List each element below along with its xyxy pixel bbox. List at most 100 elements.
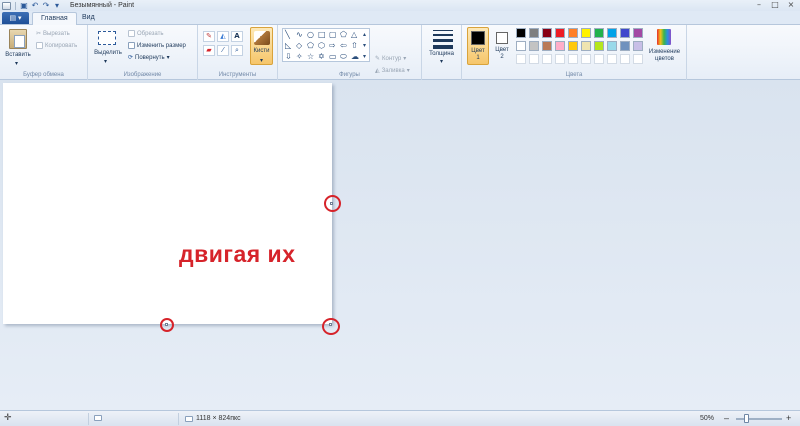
up-arrow-shape-icon[interactable]: ⇧ [351, 42, 358, 50]
custom-color-slot[interactable] [633, 54, 643, 64]
rotate-button[interactable]: ⟳ Повернуть ▾ [128, 54, 170, 61]
paste-button[interactable]: Вставить [0, 52, 36, 58]
color-picker-icon[interactable]: ⁄ [217, 45, 229, 56]
close-button[interactable]: × [786, 0, 796, 10]
color-swatch[interactable] [620, 28, 630, 38]
crop-button[interactable]: Обрезать [128, 30, 163, 37]
brushes-label: Кисти [253, 48, 270, 54]
quick-access-menu-icon[interactable]: ▾ [53, 1, 61, 10]
custom-color-slot[interactable] [568, 54, 578, 64]
eraser-icon[interactable]: ▰ [203, 45, 215, 56]
tab-home[interactable]: Главная [32, 12, 77, 26]
triangle-shape-icon[interactable]: △ [351, 31, 357, 39]
color-swatch[interactable] [581, 41, 591, 51]
color-swatch[interactable] [581, 28, 591, 38]
six-point-star-shape-icon[interactable]: ✡ [318, 53, 325, 61]
tab-view[interactable]: Вид [74, 12, 103, 26]
resize-icon [128, 42, 135, 49]
pentagon-shape-icon[interactable]: ⬠ [307, 42, 314, 50]
undo-icon[interactable]: ↶ [31, 1, 39, 10]
zoom-in-button[interactable]: + [786, 413, 791, 423]
custom-color-slot[interactable] [607, 54, 617, 64]
paste-icon[interactable] [9, 29, 27, 49]
rounded-rectangle-shape-icon[interactable]: ▢ [329, 31, 337, 39]
color-swatch[interactable] [568, 41, 578, 51]
magnifier-icon[interactable]: ⌕ [231, 45, 243, 56]
minimize-button[interactable]: – [754, 0, 764, 10]
oval-shape-icon[interactable]: ○ [307, 31, 314, 39]
color-swatch[interactable] [607, 28, 617, 38]
paint-app-icon[interactable] [2, 1, 11, 10]
select-icon[interactable] [98, 31, 116, 45]
color-swatch[interactable] [529, 28, 539, 38]
custom-color-slot[interactable] [529, 54, 539, 64]
select-dropdown-icon[interactable]: ▾ [104, 58, 107, 65]
save-icon[interactable]: ▣ [20, 1, 28, 10]
fill-bucket-icon[interactable]: ◭ [217, 31, 229, 42]
size-group[interactable]: Толщина ▾ [422, 25, 462, 80]
diamond-shape-icon[interactable]: ◇ [296, 42, 302, 50]
color-swatch[interactable] [568, 28, 578, 38]
pencil-icon[interactable]: ✎ [203, 31, 215, 42]
custom-color-slot[interactable] [594, 54, 604, 64]
maximize-button[interactable]: □ [770, 0, 780, 10]
custom-color-slot[interactable] [581, 54, 591, 64]
fill-button[interactable]: ◭ Заливка ▾ [375, 67, 410, 74]
colors-group: Цвет 1 Цвет 2 Изменение цветов Цвета [462, 25, 687, 80]
five-point-star-shape-icon[interactable]: ☆ [307, 53, 314, 61]
color-swatch[interactable] [555, 28, 565, 38]
shapes-expand-icon[interactable]: ▾ [363, 53, 366, 61]
custom-color-slot[interactable] [516, 54, 526, 64]
color-swatch[interactable] [516, 41, 526, 51]
color-swatch[interactable] [529, 41, 539, 51]
resize-button[interactable]: Изменить размер [128, 42, 186, 49]
shapes-scroll-down-icon[interactable]: ▾ [363, 42, 366, 50]
color-swatch[interactable] [620, 41, 630, 51]
rectangle-shape-icon[interactable]: □ [318, 31, 326, 39]
custom-color-slot[interactable] [542, 54, 552, 64]
custom-color-slot[interactable] [620, 54, 630, 64]
zoom-slider-thumb[interactable] [744, 414, 749, 423]
color-swatch[interactable] [542, 41, 552, 51]
color-swatch[interactable] [594, 41, 604, 51]
color-swatch[interactable] [555, 41, 565, 51]
color-swatch[interactable] [594, 28, 604, 38]
brushes-button[interactable]: Кисти ▾ [250, 27, 273, 65]
line-shape-icon[interactable]: ╲ [285, 31, 290, 39]
cloud-callout-shape-icon[interactable]: ☁ [351, 53, 359, 61]
edit-colors-button[interactable]: Изменение цветов [647, 28, 682, 68]
outline-button[interactable]: ✎ Контур ▾ [375, 55, 406, 62]
four-point-star-shape-icon[interactable]: ✧ [296, 53, 303, 61]
custom-color-slot[interactable] [555, 54, 565, 64]
shapes-scroll-up-icon[interactable]: ▴ [363, 31, 366, 39]
zoom-out-button[interactable]: – [724, 413, 729, 423]
color2-label-line2: 2 [500, 54, 504, 60]
redo-icon[interactable]: ↷ [42, 1, 50, 10]
down-arrow-shape-icon[interactable]: ⇩ [285, 53, 292, 61]
color-swatch[interactable] [542, 28, 552, 38]
color-swatch[interactable] [633, 41, 643, 51]
color2-button[interactable]: Цвет 2 [492, 27, 512, 65]
oval-callout-shape-icon[interactable]: ⬭ [340, 53, 347, 61]
highlight-circle-bottom [160, 318, 174, 332]
outline-dropdown-icon: ▾ [403, 56, 407, 62]
polygon-shape-icon[interactable]: ⬠ [340, 31, 347, 39]
left-arrow-shape-icon[interactable]: ⇦ [340, 42, 347, 50]
color-swatch[interactable] [516, 28, 526, 38]
color1-button[interactable]: Цвет 1 [467, 27, 489, 65]
zoom-slider-track[interactable] [736, 418, 782, 420]
copy-button[interactable]: Копировать [36, 42, 77, 49]
right-arrow-shape-icon[interactable]: ⇨ [329, 42, 336, 50]
right-triangle-shape-icon[interactable]: ◺ [285, 42, 291, 50]
text-tool-icon[interactable]: A [231, 31, 243, 42]
app-menu-button[interactable]: ▤ ▾ [2, 12, 29, 24]
cut-button[interactable]: ✂ Вырезать [36, 30, 70, 37]
drawing-canvas[interactable] [3, 83, 332, 324]
color-swatch[interactable] [633, 28, 643, 38]
hexagon-shape-icon[interactable]: ⬡ [318, 42, 325, 50]
color-swatch[interactable] [607, 41, 617, 51]
rounded-callout-shape-icon[interactable]: ▭ [329, 53, 337, 61]
select-button[interactable]: Выделить [88, 50, 128, 56]
curve-shape-icon[interactable]: ∿ [296, 31, 303, 39]
paste-dropdown-icon[interactable]: ▾ [15, 60, 18, 67]
